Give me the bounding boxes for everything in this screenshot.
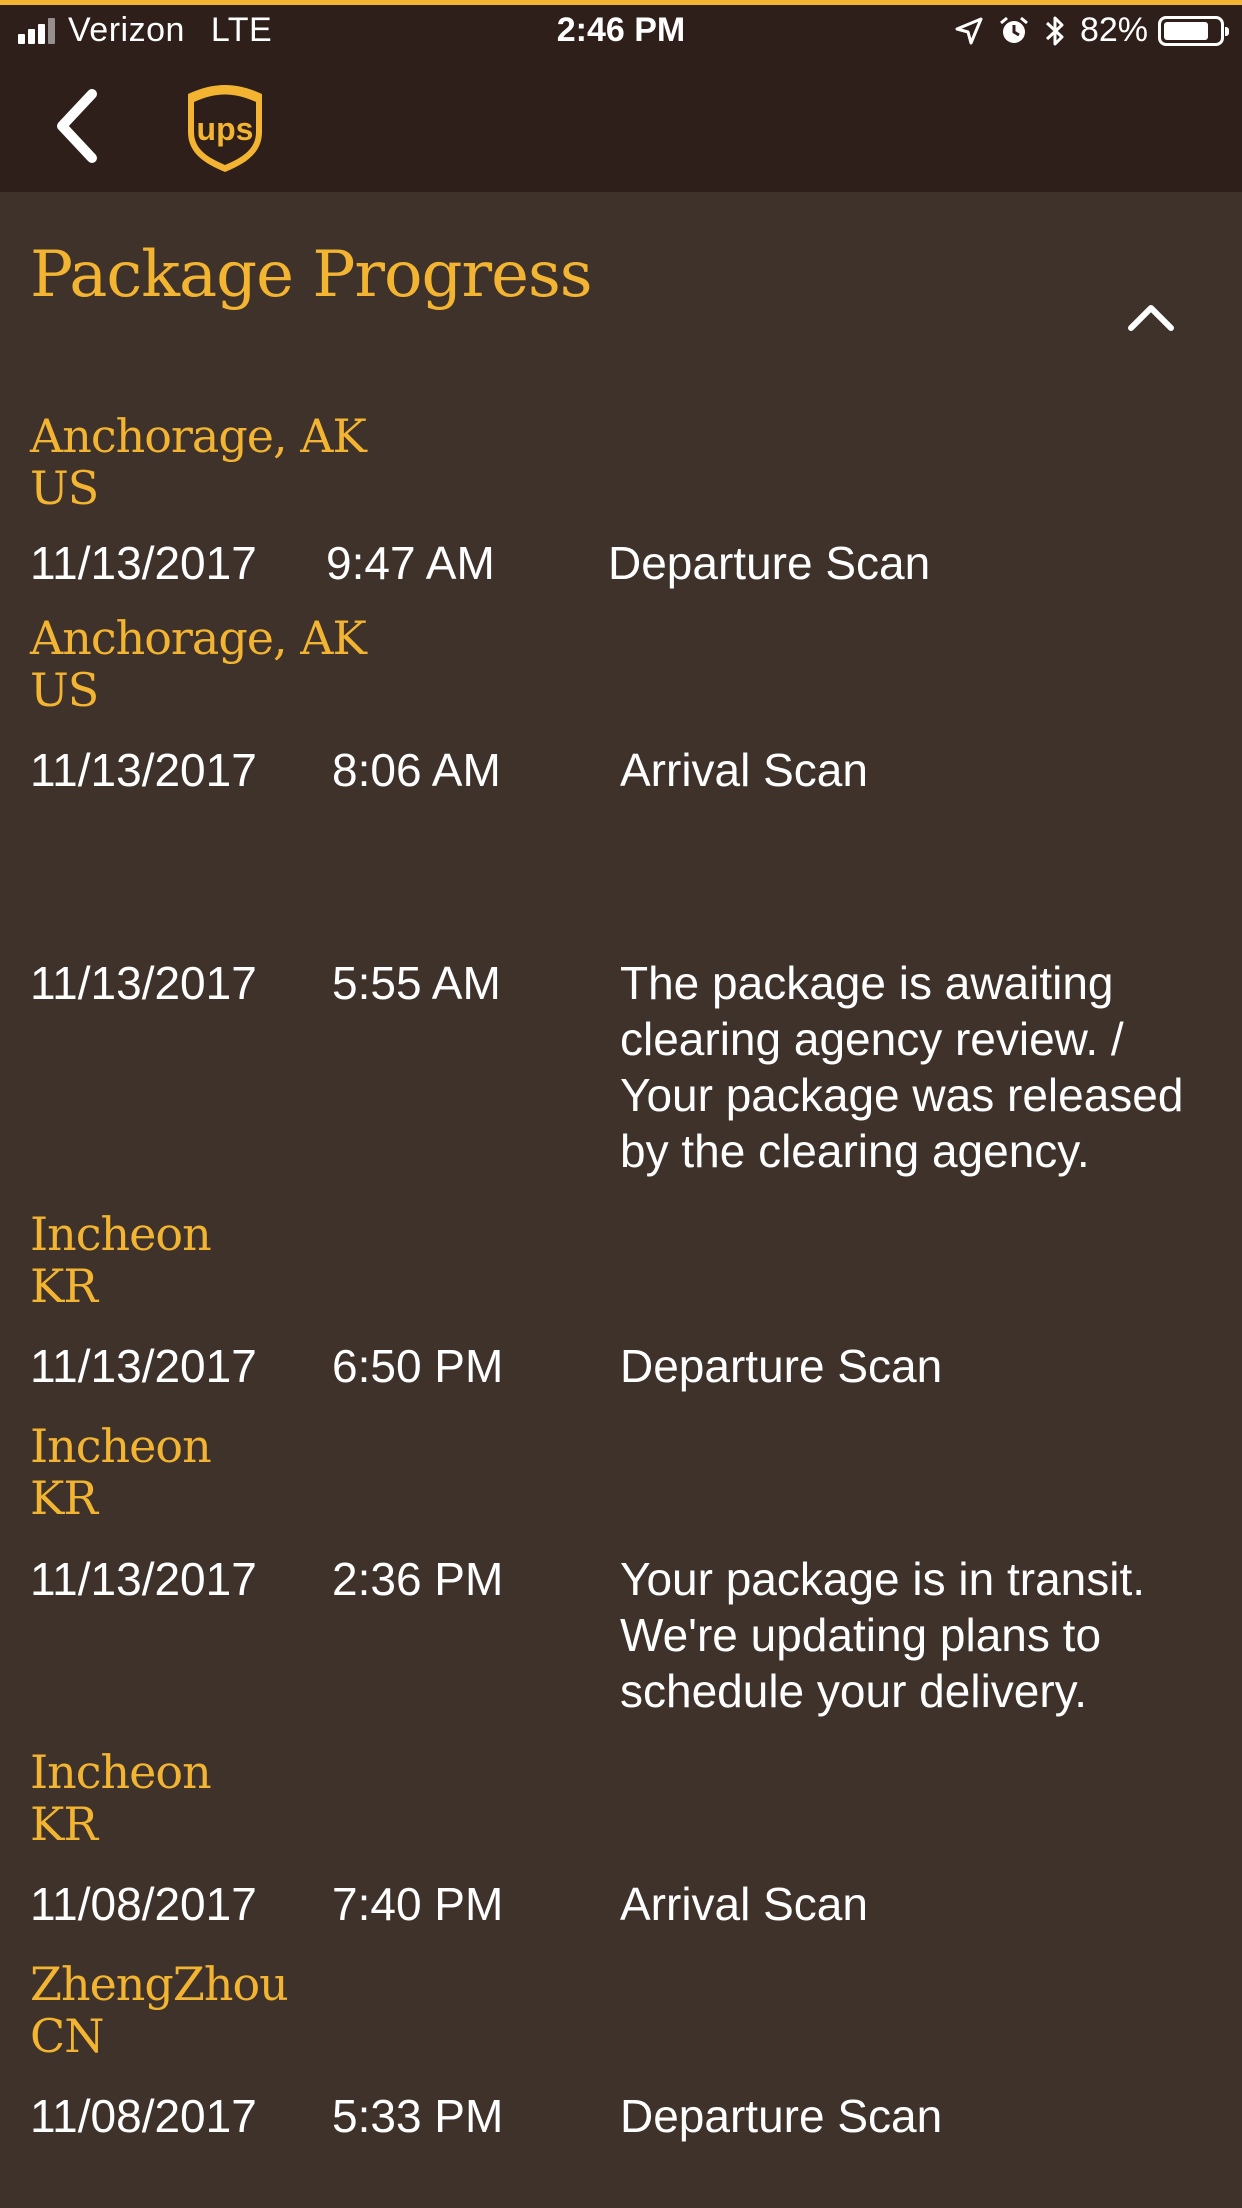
status-right: 82% (954, 11, 1229, 50)
event-time: 9:47 AM (326, 537, 495, 589)
location-city: Incheon (30, 1419, 212, 1473)
event-date: 11/13/2017 (30, 957, 257, 1009)
event-time: 5:33 PM (332, 2090, 504, 2142)
collapse-button[interactable] (1126, 300, 1176, 334)
event-time: 7:40 PM (332, 1878, 504, 1930)
event-date: 11/13/2017 (30, 744, 257, 796)
back-button[interactable] (48, 86, 108, 166)
location-icon (954, 16, 984, 46)
event-description: Departure Scan (608, 537, 931, 589)
ups-logo: ups (184, 80, 266, 174)
location-city: Anchorage, AK (30, 409, 367, 463)
event-date: 11/13/2017 (30, 1340, 257, 1392)
event-description: Your package is in transit. We're updati… (620, 1553, 1146, 1717)
event-time: 8:06 AM (332, 744, 501, 796)
event-description: Departure Scan (620, 1340, 943, 1392)
bluetooth-icon (1044, 14, 1066, 48)
alarm-icon (998, 15, 1030, 47)
chevron-up-icon (1128, 305, 1174, 331)
location-country: KR (30, 1259, 98, 1313)
location-country: CN (30, 2009, 104, 2063)
event-time: 5:55 AM (332, 957, 501, 1009)
event-date: 11/08/2017 (30, 2090, 257, 2142)
battery-percent: 82% (1079, 11, 1148, 49)
event-time: 2:36 PM (332, 1553, 504, 1605)
location-city: Incheon (30, 1745, 212, 1799)
battery-fill (1164, 21, 1208, 40)
event-description: Departure Scan (620, 2090, 943, 2142)
status-bar: Verizon LTE 2:46 PM 82% (0, 0, 1242, 60)
event-date: 11/13/2017 (30, 537, 257, 589)
event-location: Incheon KR (30, 1745, 212, 1851)
event-location: Anchorage, AK US (30, 611, 367, 717)
location-city: Anchorage, AK (30, 611, 367, 665)
battery-icon (1158, 15, 1229, 46)
logo-text: ups (197, 111, 254, 147)
nav-bar: ups (0, 60, 1242, 192)
location-country: KR (30, 1471, 98, 1525)
event-description: The package is awaiting clearing agency … (620, 957, 1184, 1177)
section-title: Package Progress (30, 238, 593, 312)
event-location: Anchorage, AK US (30, 409, 367, 515)
event-description: Arrival Scan (620, 1878, 868, 1930)
location-city: ZhengZhou (30, 1957, 289, 2011)
event-time: 6:50 PM (332, 1340, 504, 1392)
location-city: Incheon (30, 1207, 212, 1261)
chevron-left-icon (57, 89, 97, 163)
event-date: 11/08/2017 (30, 1878, 257, 1930)
event-location: Incheon KR (30, 1207, 212, 1313)
location-country: US (30, 663, 99, 717)
event-location: ZhengZhou CN (30, 1957, 289, 2063)
event-location: Incheon KR (30, 1419, 212, 1525)
event-description: Arrival Scan (620, 744, 868, 796)
event-date: 11/13/2017 (30, 1553, 257, 1605)
location-country: US (30, 461, 99, 515)
location-country: KR (30, 1797, 98, 1851)
